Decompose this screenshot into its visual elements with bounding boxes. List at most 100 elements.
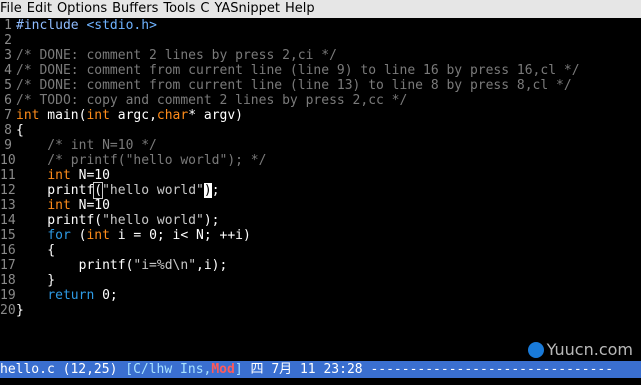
code-token: /* DONE: comment from current line (line…: [16, 78, 572, 93]
code-line[interactable]: 20}: [0, 303, 641, 318]
code-line[interactable]: 8{: [0, 123, 641, 138]
code-token: char: [156, 108, 189, 123]
code-line[interactable]: 13 int N=10: [0, 198, 641, 213]
code-token: * argv): [188, 108, 244, 123]
code-line[interactable]: 9 /* int N=10 */: [0, 138, 641, 153]
code-token: int: [47, 168, 71, 183]
menu-options[interactable]: Options: [57, 0, 112, 18]
watermark-logo-icon: [527, 341, 544, 358]
code-token: printf: [16, 183, 95, 198]
line-number: 19: [0, 288, 16, 303]
cursor-position: (12,25): [62, 362, 118, 377]
code-token: N=10: [70, 198, 110, 213]
line-number: 12: [0, 183, 16, 198]
menu-edit[interactable]: Edit: [27, 0, 57, 18]
modified-indicator: Mod: [211, 362, 235, 377]
code-token: int: [86, 228, 110, 243]
line-number: 4: [4, 63, 12, 78]
code-line[interactable]: 3 /* DONE: comment 2 lines by press 2,ci …: [0, 48, 641, 63]
line-number: 1: [4, 18, 12, 33]
editor-pane[interactable]: 1 #include <stdio.h> 2 3 /* DONE: comment 2 …: [0, 18, 641, 361]
watermark-text: Yuucn.com: [546, 340, 633, 359]
code-token: "hello world": [102, 213, 204, 228]
code-token: /* printf("hello world"); */: [16, 153, 267, 168]
buffer-name[interactable]: hello.c: [0, 362, 55, 377]
code-token: }: [16, 273, 56, 288]
line-number: 17: [0, 258, 16, 273]
line-number: 20: [0, 303, 16, 318]
code-token: argc,: [109, 108, 157, 123]
major-mode-open: [C/lhw Ins,: [125, 362, 212, 377]
code-token: for: [47, 228, 71, 243]
line-number: 14: [0, 213, 16, 228]
code-token: "i=%d\n": [133, 258, 197, 273]
code-token: N=10: [70, 168, 110, 183]
code-line[interactable]: 18 }: [0, 273, 641, 288]
menu-yasnippet[interactable]: YASnippet: [214, 0, 285, 18]
code-line[interactable]: 19 return 0;: [0, 288, 641, 303]
code-token: i = 0; i< N; ++i): [109, 228, 251, 243]
code-token: (: [93, 182, 104, 199]
code-token: int: [47, 198, 71, 213]
code-token: /* int N=10 */: [16, 138, 157, 153]
line-number: 11: [0, 168, 16, 183]
code-token: /* TODO: copy and comment 2 lines by pre…: [16, 93, 408, 108]
menu-buffers[interactable]: Buffers: [112, 0, 163, 18]
code-token: (: [70, 228, 87, 243]
input-method: 四: [250, 362, 264, 377]
code-token: {: [16, 123, 24, 138]
code-token: }: [16, 303, 24, 318]
line-number: 8: [4, 123, 12, 138]
line-number: 3: [4, 48, 12, 63]
code-token: printf(: [16, 213, 103, 228]
line-number: 5: [4, 78, 12, 93]
code-token: #include: [16, 18, 87, 33]
code-line[interactable]: 10 /* printf("hello world"); */: [0, 153, 641, 168]
minibuffer[interactable]: [0, 378, 641, 385]
line-number: 10: [0, 153, 16, 168]
code-line[interactable]: 17 printf("i=%d\n",i);: [0, 258, 641, 273]
line-number: 6: [4, 93, 12, 108]
mode-line: hello.c (12,25) [C/lhw Ins,Mod] 四 7月 11 …: [0, 361, 641, 378]
code-token: ): [203, 183, 212, 198]
line-number: 15: [0, 228, 16, 243]
menu-file[interactable]: File: [0, 0, 27, 18]
code-token: return: [47, 288, 95, 303]
code-token: int: [16, 108, 40, 123]
code-token: int: [86, 108, 110, 123]
code-line[interactable]: 4 /* DONE: comment from current line (lin…: [0, 63, 641, 78]
code-token: 0;: [94, 288, 118, 303]
watermark: Yuucn.com: [527, 340, 633, 359]
modeline-fill: -------------------------------: [370, 362, 614, 377]
code-line[interactable]: 15 for (int i = 0; i< N; ++i): [0, 228, 641, 243]
code-line[interactable]: 14 printf("hello world");: [0, 213, 641, 228]
code-token: ,i);: [196, 258, 228, 273]
datetime: 7月 11 23:28: [271, 362, 363, 377]
menu-tools[interactable]: Tools: [163, 0, 200, 18]
menu-c[interactable]: C: [200, 0, 214, 18]
menu-bar: File Edit Options Buffers Tools C YASnippet Hel…: [0, 0, 641, 18]
code-line[interactable]: 12 printf("hello world");: [0, 182, 641, 199]
code-token: main(: [39, 108, 87, 123]
line-number: 9: [4, 138, 12, 153]
code-line[interactable]: 6 /* TODO: copy and comment 2 lines by pr…: [0, 93, 641, 108]
code-token: {: [16, 243, 56, 258]
code-line[interactable]: 16 {: [0, 243, 641, 258]
code-line[interactable]: 11 int N=10: [0, 168, 641, 183]
code-line[interactable]: 7 int main(int argc,char* argv): [0, 108, 641, 123]
line-number: 2: [4, 33, 12, 48]
code-token: "hello world": [102, 183, 204, 198]
code-line[interactable]: 1 #include <stdio.h>: [0, 18, 641, 33]
menu-help[interactable]: Help: [285, 0, 320, 18]
code-token: printf(: [16, 258, 134, 273]
major-mode-close: ]: [234, 362, 243, 377]
line-number: 18: [0, 273, 16, 288]
code-line[interactable]: 5 /* DONE: comment from current line (lin…: [0, 78, 641, 93]
code-token: /* DONE: comment 2 lines by press 2,ci *…: [16, 48, 337, 63]
code-token: ;: [211, 183, 220, 198]
code-line[interactable]: 2: [0, 33, 641, 48]
